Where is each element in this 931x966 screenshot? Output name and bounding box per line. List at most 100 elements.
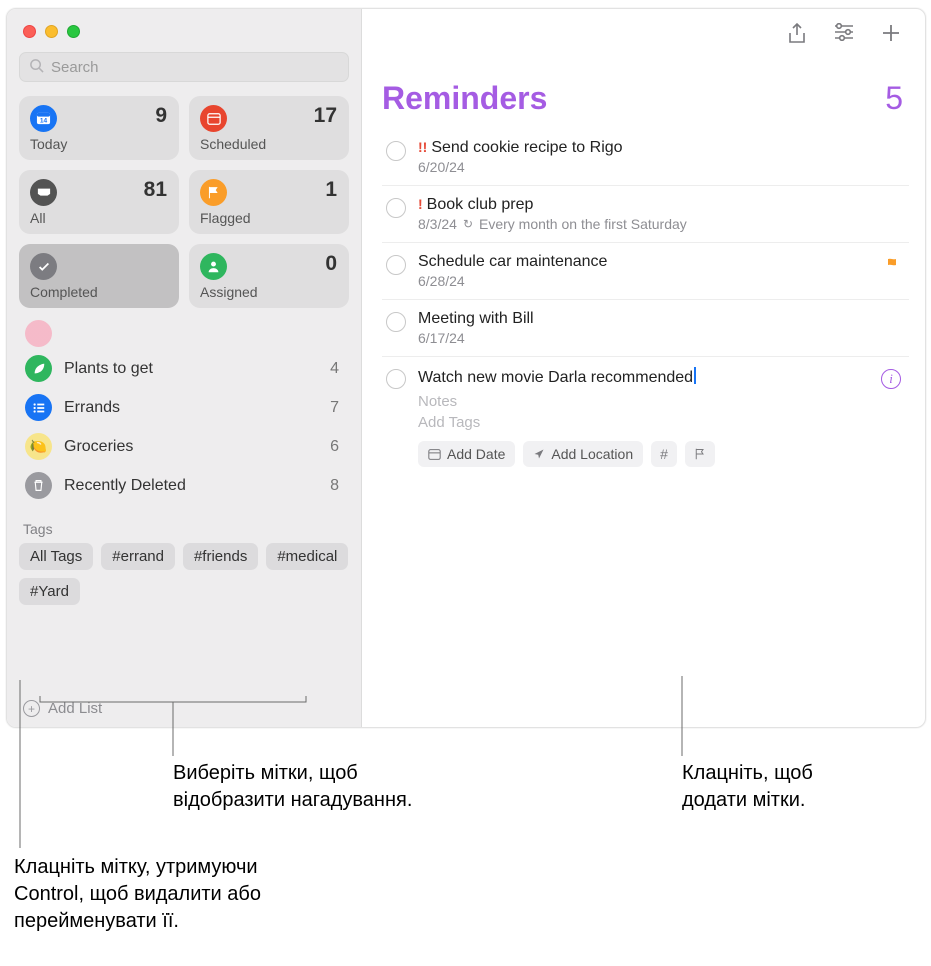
smart-scheduled-count: 17 [314,104,337,128]
reminder-title-input[interactable]: Watch new movie Darla recommended [418,367,696,387]
reminder-edit-toolbar: Add Date Add Location # [418,441,905,467]
reminder-row[interactable]: Schedule car maintenance 6/28/24 [382,243,909,300]
tags-list: All Tags #errand #friends #medical #Yard [19,543,349,605]
window-controls [19,19,349,52]
list-count: 7 [330,399,339,417]
tag-yard[interactable]: #Yard [19,578,80,605]
reminder-title: Send cookie recipe to Rigo [431,139,622,157]
priority-indicator: !! [418,139,427,155]
reminder-row[interactable]: !! Send cookie recipe to Rigo 6/20/24 [382,129,909,186]
reminder-subtitle: 6/20/24 [418,159,905,175]
list-title: Reminders [382,80,547,117]
reminder-subtitle: 6/28/24 [418,273,905,289]
list-item-errands[interactable]: Errands 7 [19,388,349,427]
smart-today[interactable]: 14 9 Today [19,96,179,160]
list-label: Recently Deleted [64,477,318,495]
hash-icon: # [660,446,668,462]
list-count: 4 [330,360,339,378]
list-item-plants[interactable]: Plants to get 4 [19,349,349,388]
smart-all[interactable]: 81 All [19,170,179,234]
repeat-text: Every month on the first Saturday [479,216,687,232]
tag-all[interactable]: All Tags [19,543,93,570]
add-date-button[interactable]: Add Date [418,441,515,467]
complete-toggle[interactable] [386,369,406,389]
add-list-label: Add List [48,700,102,717]
add-tags-input[interactable]: Add Tags [418,412,905,433]
smart-completed-label: Completed [30,284,98,300]
reminder-title: Book club prep [427,196,534,214]
calendar-today-icon: 14 [30,105,57,132]
smart-completed[interactable]: Completed [19,244,179,308]
list-header: Reminders 5 [382,56,909,129]
list-bullet-icon [25,394,52,421]
list-label: Plants to get [64,360,318,378]
add-list-button[interactable]: + Add List [19,688,349,727]
svg-text:14: 14 [40,117,48,124]
notes-input[interactable]: Notes [418,391,905,412]
complete-toggle[interactable] [386,255,406,275]
list-count: 6 [330,438,339,456]
my-lists: Plants to get 4 Errands 7 🍋 Groceries 6 … [19,320,349,505]
reminders-list: !! Send cookie recipe to Rigo 6/20/24 ! … [382,129,909,477]
leaf-icon [25,355,52,382]
reminder-row[interactable]: Meeting with Bill 6/17/24 [382,300,909,357]
minimize-window-button[interactable] [45,25,58,38]
tags-heading: Tags [19,521,349,537]
list-label: Errands [64,399,318,417]
list-item-groceries[interactable]: 🍋 Groceries 6 [19,427,349,466]
calendar-icon [200,105,227,132]
smart-today-count: 9 [155,104,167,128]
view-options-button[interactable] [833,23,855,48]
close-window-button[interactable] [23,25,36,38]
smart-flagged[interactable]: 1 Flagged [189,170,349,234]
location-icon [533,448,545,460]
tags-section: Tags All Tags #errand #friends #medical … [19,521,349,605]
smart-assigned-count: 0 [325,252,337,276]
callout-ctrl-click: Клацніть мітку, утримуючи Control, щоб в… [14,854,261,935]
add-flag-button[interactable] [685,441,715,467]
reminder-subtitle: 6/17/24 [418,330,905,346]
reminder-row[interactable]: ! Book club prep 8/3/24 ↻ Every month on… [382,186,909,243]
trash-icon [25,472,52,499]
reminder-row-editing[interactable]: Watch new movie Darla recommended Notes … [382,357,909,477]
tag-errand[interactable]: #errand [101,543,175,570]
toolbar [382,19,909,56]
flag-icon [885,257,901,278]
complete-toggle[interactable] [386,141,406,161]
lemon-icon: 🍋 [25,433,52,460]
info-button[interactable]: i [881,369,901,389]
list-count: 8 [330,477,339,495]
zoom-window-button[interactable] [67,25,80,38]
smart-scheduled[interactable]: 17 Scheduled [189,96,349,160]
add-reminder-button[interactable] [881,23,901,48]
list-icon [25,320,52,347]
checkmark-icon [30,253,57,280]
tray-icon [30,179,57,206]
flag-icon [694,448,706,460]
list-item-recently-deleted[interactable]: Recently Deleted 8 [19,466,349,505]
add-location-button[interactable]: Add Location [523,441,643,467]
smart-lists: 14 9 Today 17 Scheduled 81 All [19,96,349,308]
repeat-icon: ↻ [463,217,473,231]
list-label: Groceries [64,438,318,456]
complete-toggle[interactable] [386,312,406,332]
add-tag-button[interactable]: # [651,441,677,467]
reminder-subtitle: 8/3/24 ↻ Every month on the first Saturd… [418,216,905,232]
list-item[interactable] [19,320,349,349]
person-icon [200,253,227,280]
search-icon [29,58,44,76]
tag-friends[interactable]: #friends [183,543,258,570]
reminder-title: Schedule car maintenance [418,253,607,271]
share-button[interactable] [787,23,807,48]
search-input[interactable]: Search [19,52,349,82]
sidebar: Search 14 9 Today 17 Scheduled [7,9,362,727]
flag-icon [200,179,227,206]
complete-toggle[interactable] [386,198,406,218]
callout-add-tags: Клацніть, щоб додати мітки. [682,760,813,814]
smart-all-label: All [30,210,46,226]
smart-assigned-label: Assigned [200,284,258,300]
smart-assigned[interactable]: 0 Assigned [189,244,349,308]
search-placeholder: Search [51,59,99,76]
smart-flagged-label: Flagged [200,210,251,226]
tag-medical[interactable]: #medical [266,543,348,570]
